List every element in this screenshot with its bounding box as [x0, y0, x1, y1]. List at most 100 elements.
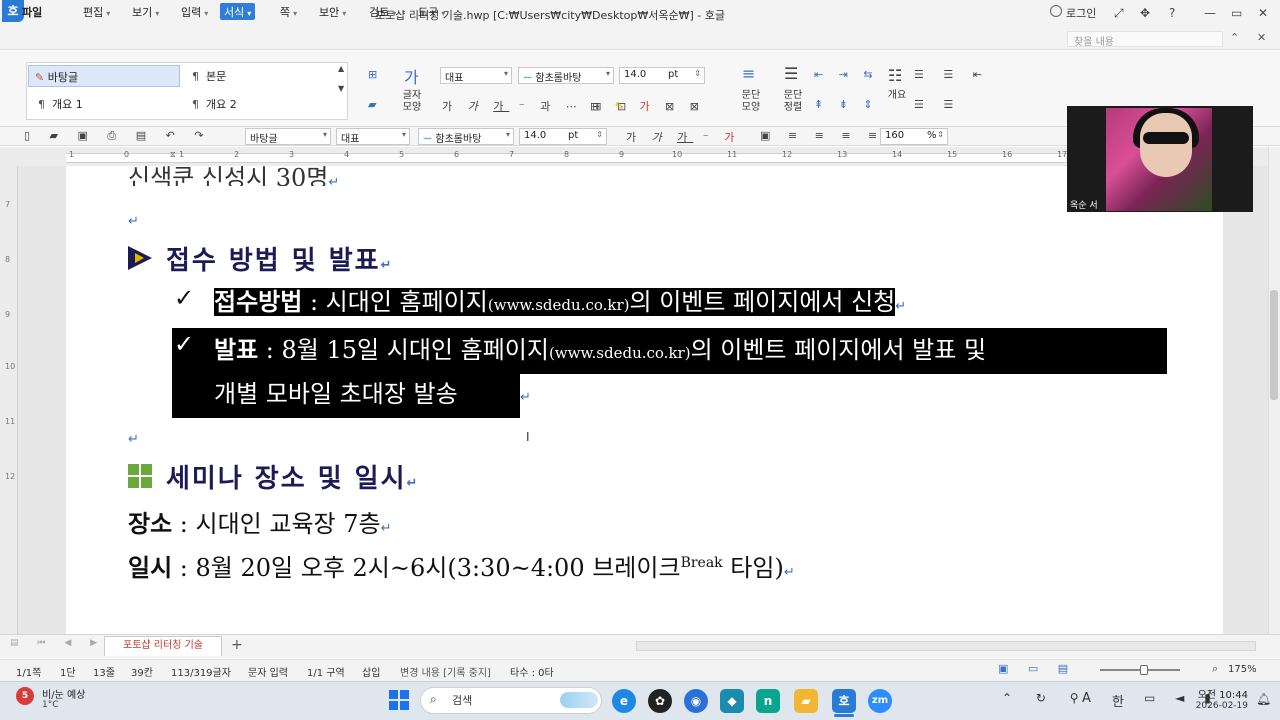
char-shape-icon[interactable]: 가	[404, 64, 419, 88]
scroll-thumb[interactable]	[1270, 290, 1278, 400]
app-blue-icon[interactable]: ◉	[684, 689, 708, 713]
announce-line-2[interactable]: 개별 모바일 초대장 발송	[214, 374, 458, 409]
vruler-tick: 8	[5, 255, 11, 264]
tray-icons[interactable]: ⌃ ↻ ⚲	[1002, 691, 1089, 705]
ime-mode-a[interactable]: A	[1082, 691, 1091, 706]
para-sort-icon[interactable]: ☰	[784, 64, 798, 83]
menu-review[interactable]: 검토 ▾	[365, 3, 400, 20]
close-doc-icon[interactable]: ✕	[1257, 31, 1266, 44]
move-icon[interactable]: ✥	[1140, 6, 1150, 20]
ime-mode-han[interactable]: 한	[1112, 691, 1124, 710]
menu-security[interactable]: 보안 ▾	[315, 3, 350, 20]
format-icons[interactable]: ⊟ ✎ 가 ⊠ ⊠	[590, 98, 705, 114]
zoom-slider-thumb[interactable]	[1140, 665, 1148, 675]
chatgpt-icon[interactable]: ✿	[648, 689, 672, 713]
style-item-body[interactable]: ¶ 본문	[186, 68, 232, 84]
app-teal-icon[interactable]: ◆	[720, 689, 744, 713]
status-page: 1/1쪽	[16, 668, 42, 679]
taskbar-time[interactable]: 오전 10:44	[1196, 686, 1248, 701]
hangul-taskbar-icon[interactable]: 호	[832, 689, 856, 713]
char-format-icons[interactable]: 가 가 가 ⁻ 가	[626, 129, 740, 145]
font-combo-2[interactable]: ᅲ 함초롬바탕 ▾	[418, 128, 514, 145]
menu-tools[interactable]: 도구 ▾	[414, 3, 449, 20]
collapse-ribbon-icon[interactable]: ⌃	[1230, 31, 1239, 44]
add-style-icon[interactable]: ⊞	[368, 68, 377, 81]
style-item-outline2[interactable]: ¶ 개요 2	[186, 96, 243, 112]
style-item-outline1[interactable]: ¶ 개요 1	[32, 96, 89, 112]
para-shape-icon[interactable]: ≡	[742, 64, 755, 83]
menu-page[interactable]: 쪽 ▾	[276, 3, 301, 20]
check-bullet-icon: ✓	[174, 284, 195, 312]
status-input-mode[interactable]: 문자 입력	[248, 664, 288, 679]
open-folder-icon[interactable]: ▰	[368, 98, 376, 111]
windows-start-icon[interactable]	[388, 689, 410, 711]
char-shape-button[interactable]: 글자 모양	[398, 90, 426, 114]
file-tool-icons[interactable]: ▯ ▰ ▣ ⎙ ▤ ↶ ↷	[24, 129, 212, 143]
status-section: 1단	[60, 668, 76, 679]
menu-format[interactable]: 서식 ▾	[220, 3, 256, 20]
zoom-app-icon[interactable]: zm	[868, 689, 892, 713]
size-combo[interactable]: 14.0 pt ⇕	[619, 67, 705, 84]
outline-icon[interactable]: ☷	[888, 66, 902, 85]
notification-icon[interactable]: 🔔︎	[1256, 692, 1271, 706]
grid-bullet-icon	[128, 464, 152, 488]
menu-view[interactable]: 보기 ▾	[128, 3, 163, 20]
status-zoom[interactable]: 175%	[1228, 664, 1257, 675]
weather-badge[interactable]: 5	[16, 687, 34, 705]
horizontal-scrollbar[interactable]	[636, 641, 1256, 651]
spacing-icons[interactable]: ⇞ ⇟ ⇕	[814, 98, 879, 111]
triangle-bullet-accent-icon	[135, 253, 144, 263]
style-scroll-down-icon[interactable]: ▼	[338, 84, 344, 93]
zoom-icon[interactable]: ⌕	[1212, 662, 1218, 676]
empty-paragraph-mark: ↵	[128, 432, 139, 447]
ruler-tick: 6	[454, 150, 460, 159]
font-combo[interactable]: ᅲ 함초롬바탕 ▾	[518, 67, 614, 84]
datetime-line[interactable]: 일시 : 8월 20일 오후 2시~6시(3:30~4:00 브레이크Break…	[128, 548, 795, 583]
menu-file[interactable]: 파일	[18, 3, 46, 20]
view-mode-icons[interactable]: ▣ ▭ ▤	[998, 662, 1076, 675]
vruler-tick: 9	[5, 310, 11, 319]
tab-document[interactable]: 포토샵 리터칭 기술	[104, 636, 222, 656]
announce-line[interactable]: 발표 : 8월 15일 시대인 홈페이지(www.sdedu.co.kr)의 이…	[214, 330, 986, 365]
maximize-button[interactable]: ▭	[1231, 6, 1242, 20]
file-explorer-icon[interactable]: ▰	[794, 689, 818, 713]
user-icon[interactable]	[1050, 5, 1062, 17]
search-icon: ⌕	[430, 692, 437, 706]
indent-icons[interactable]: ⇤ ⇥ ⇆	[814, 68, 879, 81]
close-button[interactable]: ✕	[1258, 6, 1268, 20]
weather-title[interactable]: 비/눈 예상	[42, 686, 85, 701]
place-line[interactable]: 장소 : 시대인 교육장 7층↵	[128, 504, 392, 539]
menu-edit[interactable]: 편집 ▾	[79, 3, 114, 20]
style-scroll-up-icon[interactable]: ▲	[338, 64, 344, 73]
para-sort-button[interactable]: 문단 정렬	[779, 90, 807, 114]
ruler-tick: 5	[399, 150, 405, 159]
login-button[interactable]: 로그인	[1066, 5, 1096, 21]
status-track-changes[interactable]: 변경 내용 [기록 중지]	[400, 664, 491, 679]
find-input[interactable]: 찾을 내용	[1067, 31, 1223, 48]
ruler-tick: 16	[1002, 150, 1013, 159]
style-combo[interactable]: 바탕글 ▾	[245, 128, 331, 145]
help-button[interactable]: ?	[1169, 6, 1175, 20]
style-item-basic[interactable]: ✎ 바탕글	[28, 65, 180, 87]
menu-insert[interactable]: 입력 ▾	[177, 3, 212, 20]
status-line: 13줄	[93, 668, 115, 679]
ruler-tick: 8	[564, 150, 570, 159]
list-icons[interactable]: ☰ ☰ ⇤	[914, 68, 990, 81]
lang-combo[interactable]: 대표 ▾	[440, 67, 512, 84]
outline-button[interactable]: 개요	[884, 90, 910, 102]
vruler-tick: 10	[5, 362, 16, 371]
minimize-button[interactable]: —	[1204, 6, 1216, 20]
zoom-combo[interactable]: 160 % ⇕	[880, 128, 948, 145]
section-heading-seminar: 세미나 장소 및 일시↵	[166, 464, 420, 494]
number-list-icons[interactable]: ☰ ☰	[914, 98, 961, 111]
lang-combo-2[interactable]: 대표 ▾	[336, 128, 410, 145]
add-tab-button[interactable]: +	[231, 637, 243, 653]
apply-method-line[interactable]: 접수방법 : 시대인 홈페이지(www.sdedu.co.kr)의 이벤트 페이…	[214, 284, 906, 320]
status-insert[interactable]: 삽입	[362, 664, 380, 679]
app-green-icon[interactable]: n	[756, 689, 780, 713]
edge-icon[interactable]: e	[612, 689, 636, 713]
taskbar-date[interactable]: 2026-02-19	[1190, 701, 1248, 711]
fullscreen-icon[interactable]: ⤢	[1114, 6, 1124, 21]
size-combo-2[interactable]: 14.0 pt ⇕	[519, 128, 607, 145]
para-shape-button[interactable]: 문단 모양	[737, 90, 765, 114]
